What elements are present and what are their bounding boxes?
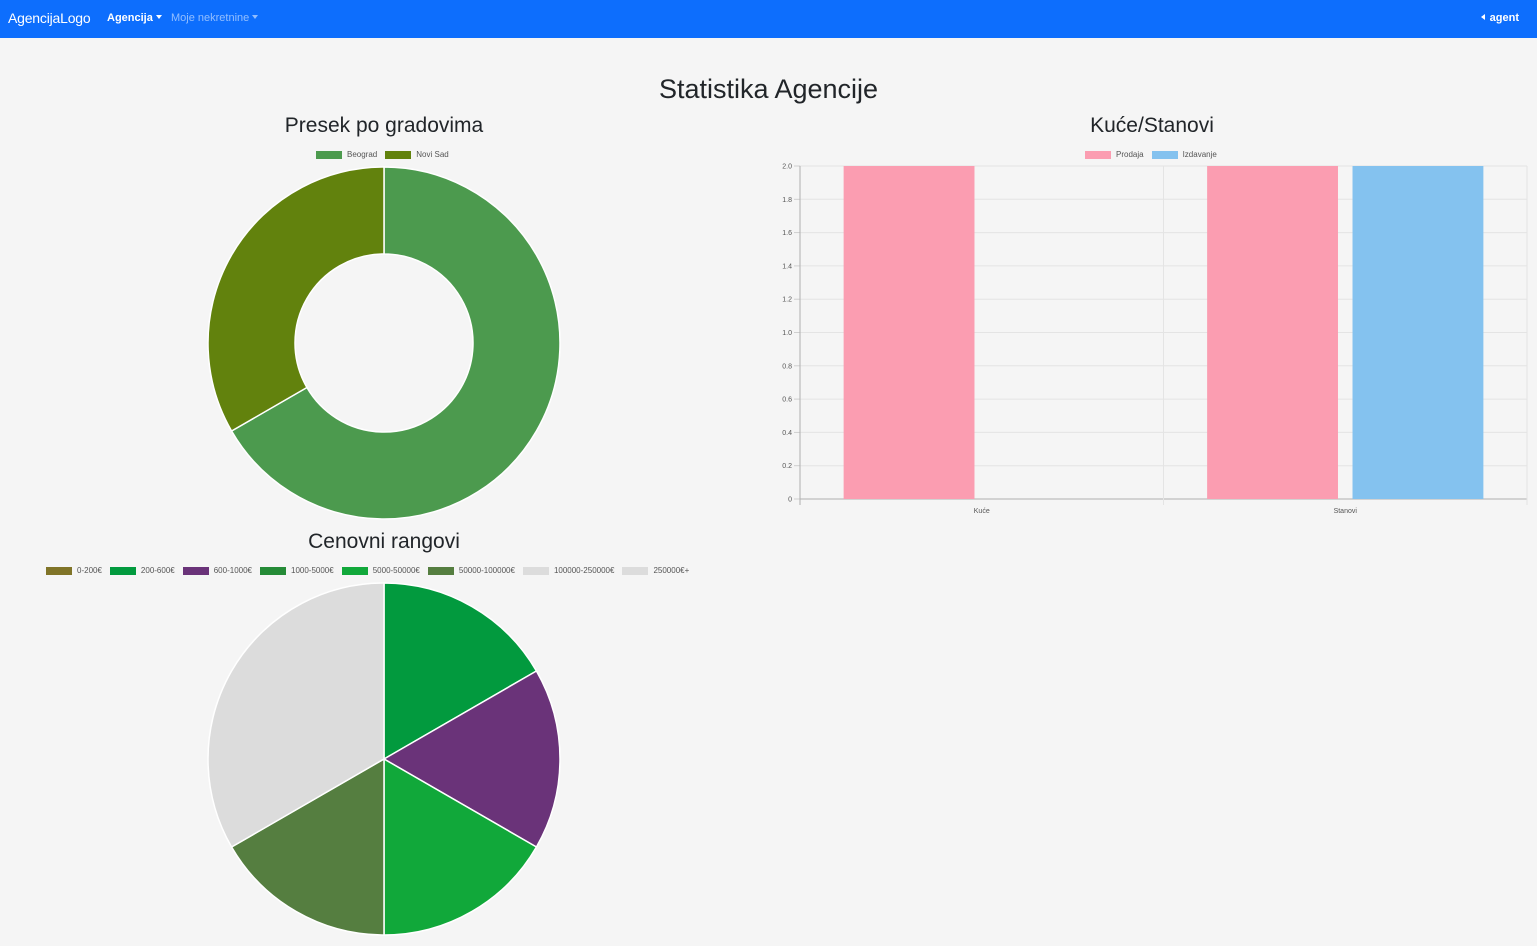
pie-chart-cenovni-rangovi: [207, 582, 561, 936]
